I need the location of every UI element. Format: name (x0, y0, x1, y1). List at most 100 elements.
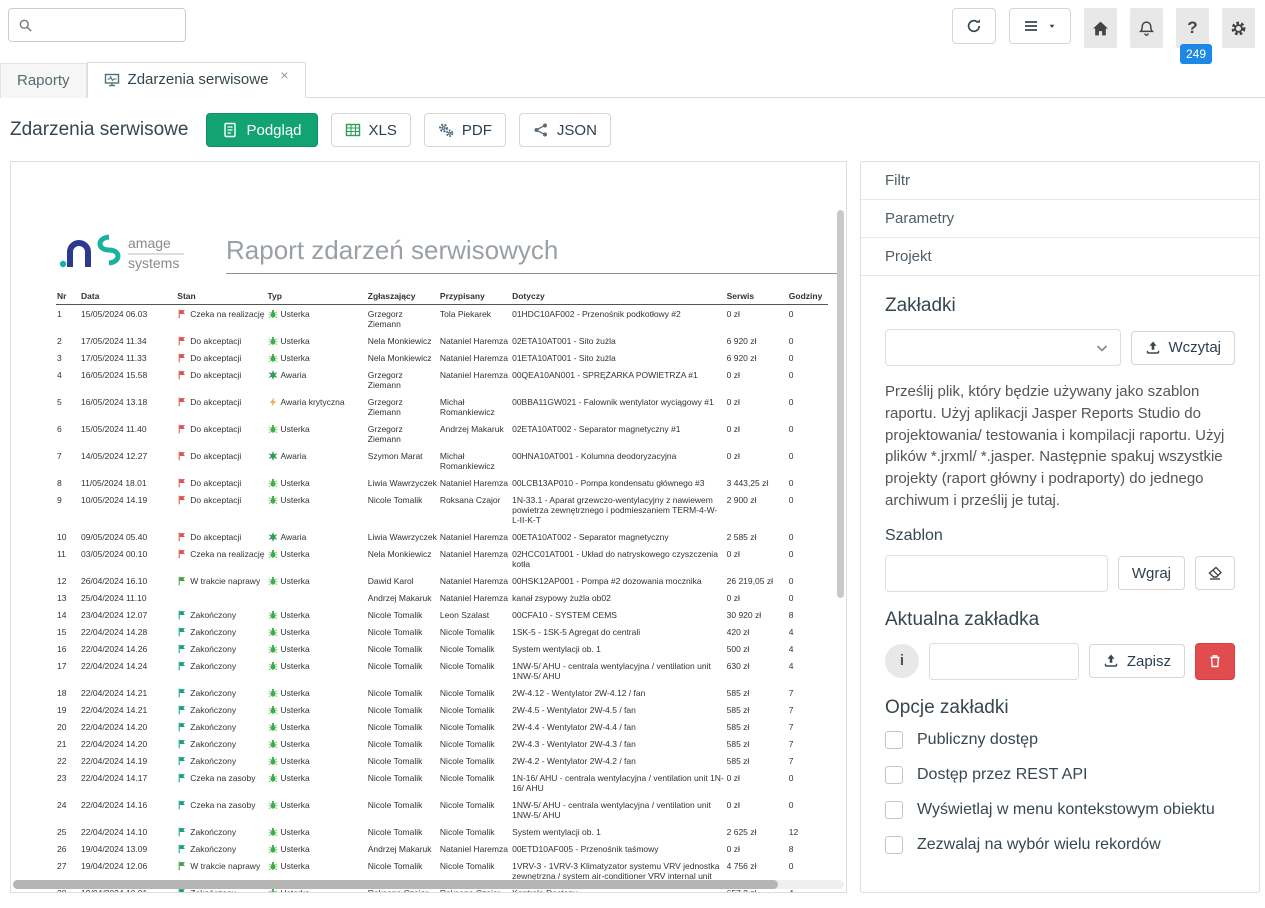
eraser-icon (1207, 565, 1223, 581)
bookmark-select[interactable] (885, 329, 1121, 366)
report-row: 714/05/2024 12.27Do akceptacjiAwariaSzym… (56, 447, 828, 474)
json-button[interactable]: JSON (519, 113, 611, 147)
report-column-header: Dotyczy (511, 289, 726, 305)
status-flag-icon (177, 549, 187, 559)
vertical-scrollbar[interactable] (837, 210, 844, 598)
report-row: 910/05/2024 14.19Do akceptacjiUsterkaNic… (56, 491, 828, 528)
checkbox-icon[interactable] (885, 836, 903, 854)
checkbox-icon[interactable] (885, 731, 903, 749)
horizontal-scrollbar[interactable] (13, 880, 844, 889)
report-title: Raport zdarzeń serwisowych (226, 235, 844, 274)
event-type-icon (268, 644, 278, 654)
status-flag-icon (177, 309, 187, 319)
status-flag-icon (177, 424, 187, 434)
checkbox-public-access[interactable]: Publiczny dostęp (885, 731, 1235, 749)
event-type-icon (268, 370, 278, 380)
notification-count-badge: 249 (1180, 44, 1212, 64)
report-row: 1103/05/2024 00.10Czeka na realizacjęUst… (56, 545, 828, 572)
amage-logo: amage systems (56, 228, 206, 274)
report-row: 1622/04/2024 14.26ZakończonyUsterkaNicol… (56, 640, 828, 657)
checkbox-multi-record[interactable]: Zezwalaj na wybór wielu rekordów (885, 836, 1235, 854)
report-preview: amage systems Raport zdarzeń serwisowych… (10, 161, 847, 893)
preview-button-label: Podgląd (246, 122, 301, 139)
report-column-header: Data (80, 289, 176, 305)
xls-button[interactable]: XLS (331, 113, 411, 147)
search-box[interactable] (8, 8, 186, 42)
share-nodes-icon (533, 122, 549, 138)
gears-icon (438, 122, 454, 138)
settings-button[interactable] (1222, 8, 1255, 48)
event-type-icon (268, 576, 278, 586)
bookmark-name-input[interactable] (929, 643, 1079, 680)
save-upload-icon (1103, 653, 1119, 669)
report-row: 2122/04/2024 14.20ZakończonyUsterkaNicol… (56, 735, 828, 752)
load-button[interactable]: Wczytaj (1131, 331, 1236, 365)
template-label: Szablon (885, 527, 1235, 545)
caret-down-icon (1047, 18, 1057, 34)
delete-button[interactable] (1195, 643, 1235, 680)
report-column-header: Nr (56, 289, 80, 305)
search-input[interactable] (40, 17, 176, 33)
report-row: 317/05/2024 11.33Do akceptacjiUsterkaNel… (56, 349, 828, 366)
report-column-header: Stan (176, 289, 266, 305)
report-column-header: Typ (267, 289, 367, 305)
event-type-icon (268, 353, 278, 363)
event-type-icon (268, 688, 278, 698)
accordion-parametry[interactable]: Parametry (861, 200, 1259, 238)
event-type-icon (268, 610, 278, 620)
spreadsheet-icon (345, 122, 361, 138)
report-page: amage systems Raport zdarzeń serwisowych… (11, 162, 846, 893)
menu-button[interactable] (1009, 8, 1071, 44)
checkbox-icon[interactable] (885, 801, 903, 819)
status-flag-icon (177, 722, 187, 732)
report-column-header: Serwis (726, 289, 788, 305)
clear-template-button[interactable] (1195, 556, 1235, 590)
save-button[interactable]: Zapisz (1089, 644, 1185, 678)
accordion-projekt[interactable]: Projekt (861, 238, 1259, 276)
status-flag-icon (177, 336, 187, 346)
event-type-icon (268, 424, 278, 434)
report-row: 1009/05/2024 05.40Do akceptacjiAwariaLiw… (56, 528, 828, 545)
status-flag-icon (177, 576, 187, 586)
upload-button[interactable]: Wgraj (1118, 556, 1185, 590)
checkbox-icon[interactable] (885, 766, 903, 784)
report-row: 1522/04/2024 14.28ZakończonyUsterkaNicol… (56, 623, 828, 640)
report-row: 1822/04/2024 14.21ZakończonyUsterkaNicol… (56, 684, 828, 701)
status-flag-icon (177, 532, 187, 542)
status-flag-icon (177, 844, 187, 854)
status-flag-icon (177, 827, 187, 837)
status-flag-icon (177, 644, 187, 654)
notifications-button[interactable] (1130, 8, 1163, 48)
status-flag-icon (177, 397, 187, 407)
status-flag-icon (177, 688, 187, 698)
event-type-icon (268, 756, 278, 766)
home-button[interactable] (1084, 8, 1117, 48)
settings-panel: Filtr Parametry Projekt Zakładki Wczytaj… (860, 161, 1260, 893)
json-button-label: JSON (557, 122, 597, 139)
event-type-icon (268, 705, 278, 715)
tab-zdarzenia-serwisowe[interactable]: Zdarzenia serwisowe × (87, 62, 306, 98)
help-button[interactable]: ? (1176, 8, 1209, 48)
report-column-header: Zgłaszający (367, 289, 439, 305)
preview-button[interactable]: Podgląd (206, 113, 317, 147)
close-tab-icon[interactable]: × (280, 68, 288, 82)
pdf-button[interactable]: PDF (424, 113, 506, 147)
report-header-row: NrDataStanTypZgłaszającyPrzypisanyDotycz… (56, 289, 828, 305)
template-input[interactable] (885, 555, 1108, 592)
horizontal-scrollbar-thumb[interactable] (13, 880, 778, 889)
chevron-down-icon (1094, 340, 1110, 356)
home-icon (1092, 20, 1109, 37)
accordion-filtr[interactable]: Filtr (861, 162, 1259, 200)
xls-button-label: XLS (369, 122, 397, 139)
report-column-header: Przypisany (439, 289, 511, 305)
info-button[interactable]: i (885, 644, 919, 678)
page-title: Zdarzenia serwisowe (10, 119, 188, 141)
report-row: 1722/04/2024 14.24ZakończonyUsterkaNicol… (56, 657, 828, 684)
refresh-button[interactable] (952, 8, 996, 44)
bookmarks-heading: Zakładki (885, 295, 1235, 317)
event-type-icon (268, 532, 278, 542)
checkbox-context-menu[interactable]: Wyświetlaj w menu kontekstowym obiektu (885, 801, 1235, 819)
checkbox-rest-api-access[interactable]: Dostęp przez REST API (885, 766, 1235, 784)
tab-raporty[interactable]: Raporty (0, 63, 87, 98)
pdf-button-label: PDF (462, 122, 492, 139)
